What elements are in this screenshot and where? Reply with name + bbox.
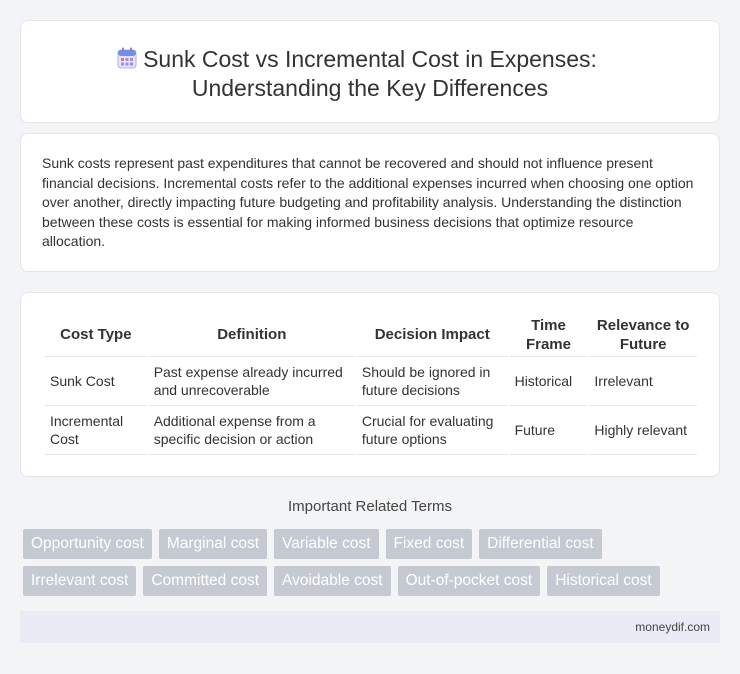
column-header-cost-type: Cost Type bbox=[45, 313, 147, 357]
table-cell: Additional expense from a specific decis… bbox=[148, 406, 355, 455]
table-row: Sunk Cost Past expense already incurred … bbox=[45, 357, 697, 406]
table-cell: Historical bbox=[509, 357, 588, 406]
tag-differential-cost[interactable]: Differential cost bbox=[479, 529, 602, 559]
tag-marginal-cost[interactable]: Marginal cost bbox=[158, 529, 268, 559]
intro-paragraph: Sunk costs represent past expenditures t… bbox=[42, 155, 694, 250]
tag-irrelevant-cost[interactable]: Irrelevant cost bbox=[23, 566, 137, 596]
page-title-line2: Understanding the Key Differences bbox=[191, 75, 549, 101]
page-title: Sunk Cost vs Incremental Cost in Expense… bbox=[21, 45, 719, 103]
related-terms-tags: Opportunity cost Marginal cost Variable … bbox=[23, 529, 703, 596]
footer-site-link[interactable]: moneydif.com bbox=[635, 620, 710, 634]
tag-out-of-pocket-cost[interactable]: Out-of-pocket cost bbox=[397, 566, 541, 596]
table-cell: Should be ignored in future decisions bbox=[356, 357, 508, 406]
table-cell: Past expense already incurred and unreco… bbox=[148, 357, 355, 406]
table-row: Incremental Cost Additional expense from… bbox=[45, 406, 697, 455]
column-header-decision-impact: Decision Impact bbox=[356, 313, 508, 357]
column-header-relevance: Relevance to Future bbox=[589, 313, 697, 357]
page-title-line1: Sunk Cost vs Incremental Cost in Expense… bbox=[143, 46, 597, 72]
tag-historical-cost[interactable]: Historical cost bbox=[547, 566, 660, 596]
title-card: Sunk Cost vs Incremental Cost in Expense… bbox=[20, 20, 720, 123]
comparison-table: Cost Type Definition Decision Impact Tim… bbox=[43, 313, 699, 455]
table-cell: Crucial for evaluating future options bbox=[356, 406, 508, 455]
column-header-time-frame: Time Frame bbox=[509, 313, 588, 357]
table-header-row: Cost Type Definition Decision Impact Tim… bbox=[45, 313, 697, 357]
intro-card: Sunk costs represent past expenditures t… bbox=[20, 133, 720, 272]
tag-opportunity-cost[interactable]: Opportunity cost bbox=[23, 529, 152, 559]
table-cell: Sunk Cost bbox=[45, 357, 147, 406]
tag-committed-cost[interactable]: Committed cost bbox=[143, 566, 268, 596]
column-header-definition: Definition bbox=[148, 313, 355, 357]
table-cell: Irrelevant bbox=[589, 357, 697, 406]
footer: moneydif.com bbox=[20, 611, 720, 643]
comparison-table-card: Cost Type Definition Decision Impact Tim… bbox=[20, 292, 720, 477]
table-cell: Incremental Cost bbox=[45, 406, 147, 455]
tag-fixed-cost[interactable]: Fixed cost bbox=[385, 529, 473, 559]
tag-variable-cost[interactable]: Variable cost bbox=[274, 529, 379, 559]
table-cell: Highly relevant bbox=[589, 406, 697, 455]
related-terms-heading: Important Related Terms bbox=[288, 498, 452, 515]
table-cell: Future bbox=[509, 406, 588, 455]
tag-avoidable-cost[interactable]: Avoidable cost bbox=[274, 566, 391, 596]
